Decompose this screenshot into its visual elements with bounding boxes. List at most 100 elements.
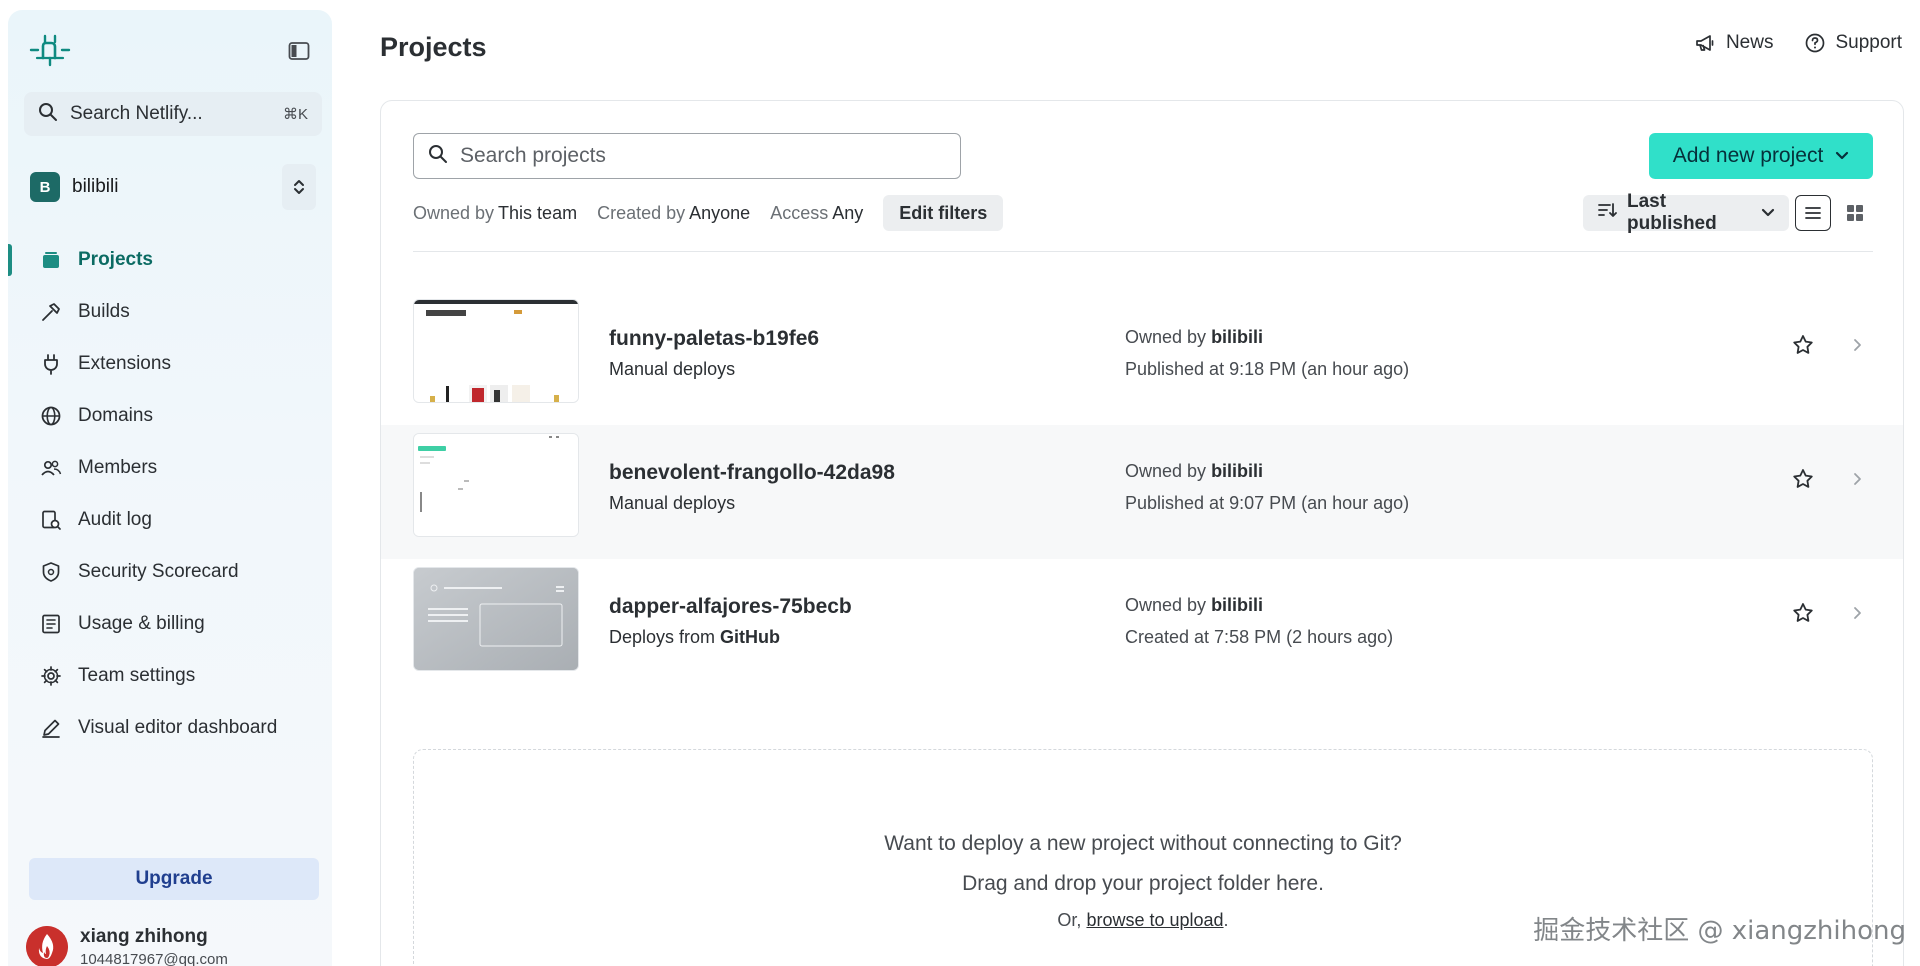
owner-prefix: Owned by <box>1125 327 1207 347</box>
star-icon[interactable] <box>1791 333 1815 357</box>
sidebar-item-team-settings[interactable]: Team settings <box>8 650 332 702</box>
sidebar-item-label: Builds <box>78 301 130 322</box>
project-list: funny-paletas-b19fe6 Manual deploys Owne… <box>381 291 1903 693</box>
help-circle-icon <box>1805 33 1825 53</box>
project-owner: Owned by bilibili <box>1125 595 1263 616</box>
project-row[interactable]: dapper-alfajores-75becb Deploys from Git… <box>381 559 1903 693</box>
sidebar-item-label: Members <box>78 457 158 478</box>
sidebar-item-audit-log[interactable]: Audit log <box>8 494 332 546</box>
user-email: 1044817967@qq.com <box>80 951 228 966</box>
filter-value: Any <box>832 202 864 223</box>
filter-bar: Owned by This team Created by Anyone Acces… <box>413 195 1004 231</box>
projects-icon <box>38 247 64 273</box>
add-new-project-button[interactable]: Add new project <box>1649 133 1873 179</box>
chevron-down-icon <box>1835 151 1849 161</box>
sidebar-item-label: Domains <box>78 405 153 426</box>
deploy-source: GitHub <box>720 627 781 647</box>
dropzone-instruction: Drag and drop your project folder here. <box>962 872 1324 895</box>
sort-label: Last published <box>1627 191 1717 234</box>
filter-owned-by[interactable]: Owned by This team <box>413 203 577 224</box>
sidebar-item-security-scorecard[interactable]: Security Scorecard <box>8 546 332 598</box>
sidebar-item-label: Usage & billing <box>78 613 205 634</box>
owner-prefix: Owned by <box>1125 461 1207 481</box>
filter-created-by[interactable]: Created by Anyone <box>597 203 750 224</box>
megaphone-icon <box>1694 33 1716 53</box>
sort-dropdown[interactable]: Last published <box>1583 191 1789 234</box>
gear-icon <box>38 663 64 689</box>
filter-key: Created by <box>597 202 686 223</box>
project-search-field[interactable] <box>413 133 961 179</box>
project-name[interactable]: benevolent-frangollo-42da98 <box>609 461 895 485</box>
browse-to-upload-link[interactable]: browse to upload <box>1086 910 1223 930</box>
project-published: Created at 7:58 PM (2 hours ago) <box>1125 627 1394 647</box>
support-link[interactable]: Support <box>1805 32 1902 54</box>
edit-filters-button[interactable]: Edit filters <box>883 195 1004 231</box>
owner-prefix: Owned by <box>1125 595 1207 615</box>
sidebar-item-label: Security Scorecard <box>78 561 239 582</box>
add-new-project-label: Add new project <box>1672 144 1824 167</box>
audit-log-icon <box>38 507 64 533</box>
chevron-right-icon <box>1849 603 1867 623</box>
sidebar-item-label: Audit log <box>78 509 152 530</box>
chevron-up-down-icon[interactable] <box>282 164 316 210</box>
project-row[interactable]: funny-paletas-b19fe6 Manual deploys Owne… <box>381 291 1903 425</box>
project-search-input[interactable] <box>460 144 940 168</box>
star-icon[interactable] <box>1791 467 1815 491</box>
project-thumbnail <box>413 567 579 671</box>
sidebar-item-extensions[interactable]: Extensions <box>8 338 332 390</box>
search-shortcut: ⌘K <box>282 106 308 123</box>
project-row[interactable]: benevolent-frangollo-42da98 Manual deplo… <box>381 425 1903 559</box>
watermark: 掘金技术社区 @ xiangzhihong <box>1533 916 1906 946</box>
news-link[interactable]: News <box>1694 32 1774 54</box>
filter-key: Access <box>770 202 829 223</box>
page-title: Projects <box>380 32 487 62</box>
star-icon[interactable] <box>1791 601 1815 625</box>
project-owner: Owned by bilibili <box>1125 461 1263 482</box>
sidebar: Search Netlify... ⌘K B bilibili Projects… <box>8 10 332 966</box>
sidebar-item-builds[interactable]: Builds <box>8 286 332 338</box>
project-name[interactable]: dapper-alfajores-75becb <box>609 595 852 619</box>
avatar <box>26 926 68 966</box>
sidebar-item-label: Extensions <box>78 353 171 374</box>
deploy-prefix: Manual deploys <box>609 493 736 513</box>
project-thumbnail <box>413 299 579 403</box>
team-badge: B <box>30 172 60 202</box>
sidebar-item-domains[interactable]: Domains <box>8 390 332 442</box>
sidebar-item-label: Projects <box>78 249 153 270</box>
project-deploy-method: Manual deploys <box>609 493 735 514</box>
browse-prefix: Or, <box>1057 910 1082 930</box>
receipt-icon <box>38 611 64 637</box>
sidebar-item-usage-billing[interactable]: Usage & billing <box>8 598 332 650</box>
search-icon <box>38 102 58 127</box>
global-search-button[interactable]: Search Netlify... ⌘K <box>24 92 322 136</box>
deploy-prefix: Deploys from <box>609 627 716 647</box>
filter-key: Owned by <box>413 202 495 223</box>
sidebar-item-projects[interactable]: Projects <box>8 234 332 286</box>
project-published: Published at 9:18 PM (an hour ago) <box>1125 359 1410 379</box>
projects-panel: Add new project Owned byThis team Create… <box>380 100 1904 966</box>
browse-suffix: . <box>1223 910 1229 930</box>
team-switcher[interactable]: B bilibili <box>24 164 322 210</box>
shield-icon <box>38 559 64 585</box>
chevron-right-icon <box>1849 335 1867 355</box>
filter-access[interactable]: Access Any <box>770 203 863 224</box>
view-toggle <box>1795 195 1873 231</box>
sidebar-item-visual-editor[interactable]: Visual editor dashboard <box>8 702 332 754</box>
upgrade-button[interactable]: Upgrade <box>29 858 319 900</box>
support-label: Support <box>1835 32 1902 53</box>
netlify-logo-icon[interactable] <box>28 28 72 72</box>
project-deploy-method: Deploys from GitHub <box>609 627 780 648</box>
list-view-icon[interactable] <box>1795 195 1831 231</box>
filter-value: Anyone <box>689 202 751 223</box>
grid-view-icon[interactable] <box>1837 195 1873 231</box>
sort-icon <box>1597 201 1617 225</box>
sidebar-item-members[interactable]: Members <box>8 442 332 494</box>
user-menu[interactable]: xiang zhihong 1044817967@qq.com <box>26 922 326 966</box>
project-name[interactable]: funny-paletas-b19fe6 <box>609 327 819 351</box>
plug-icon <box>38 351 64 377</box>
divider <box>413 251 1873 252</box>
project-thumbnail <box>413 433 579 537</box>
collapse-sidebar-icon[interactable] <box>286 38 312 64</box>
news-label: News <box>1725 32 1774 53</box>
top-links: News Support <box>1694 32 1902 54</box>
